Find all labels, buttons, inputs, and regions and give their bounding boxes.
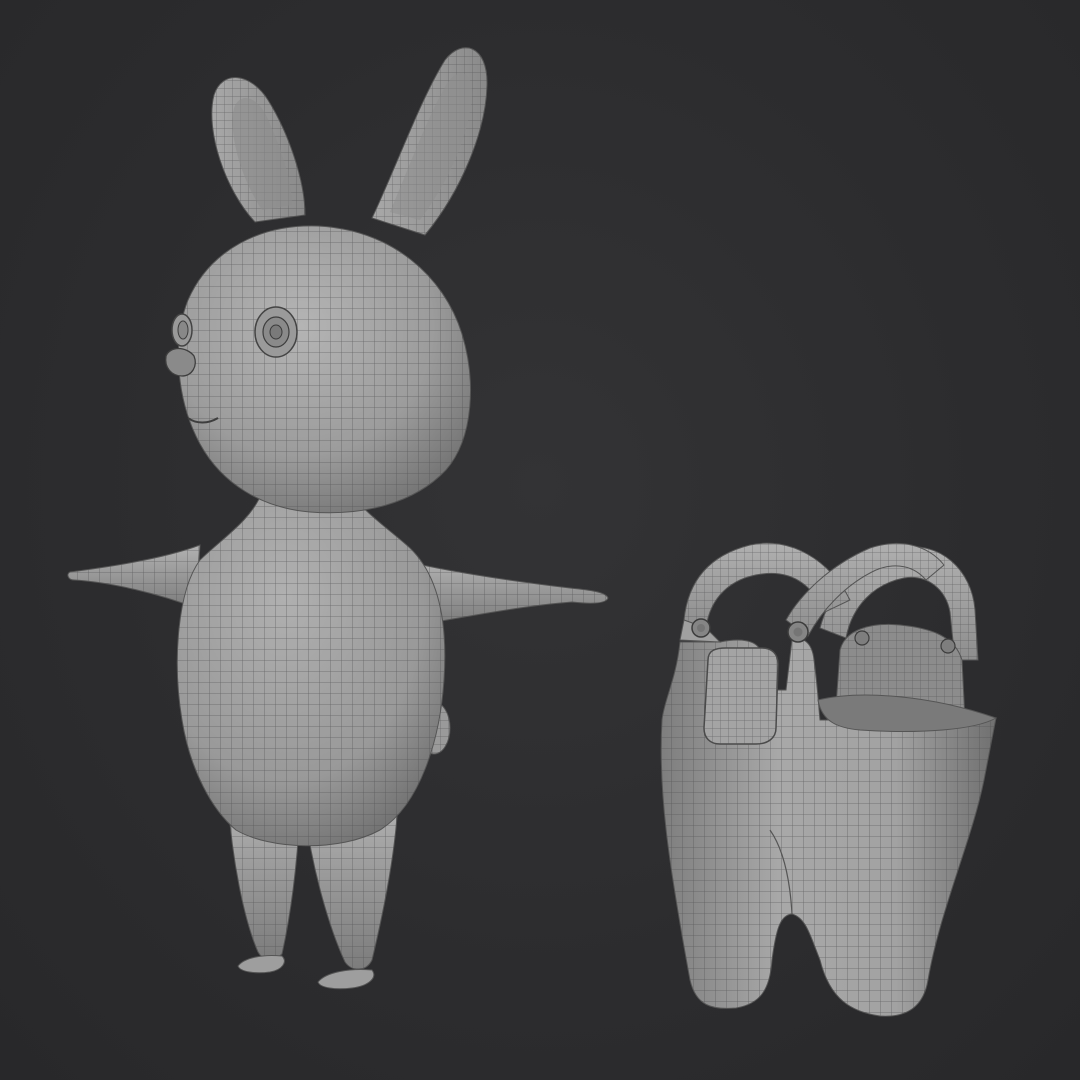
overalls-waist-opening [817, 694, 998, 732]
bunny-nose [165, 347, 196, 377]
bunny-model[interactable] [67, 47, 609, 990]
bunny-left-ear [211, 77, 306, 223]
bunny-right-ear [371, 47, 488, 236]
overalls-model[interactable] [660, 542, 998, 1017]
overalls-bib-pocket [703, 647, 779, 745]
bunny-torso [176, 489, 446, 847]
bunny-head [177, 225, 471, 514]
3d-viewport[interactable] [0, 0, 1080, 1080]
scene-canvas [67, 47, 998, 1017]
